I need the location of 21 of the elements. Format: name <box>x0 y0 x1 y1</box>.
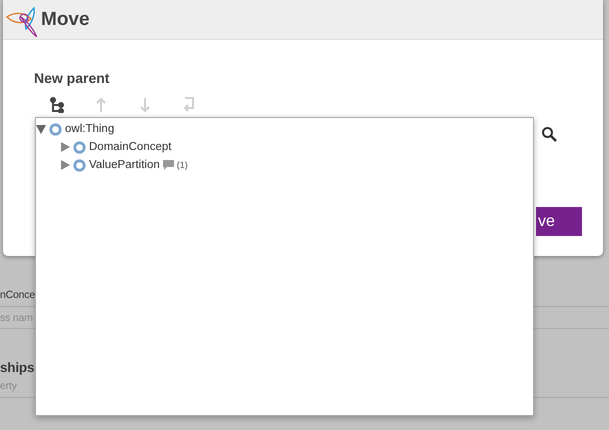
search-icon[interactable] <box>541 126 557 142</box>
tree-item[interactable]: DomainConcept <box>89 141 172 153</box>
tree-item[interactable]: owl:Thing <box>65 123 114 135</box>
arrow-down-icon <box>139 97 151 113</box>
return-arrow-icon <box>182 97 196 113</box>
expand-arrow-icon[interactable] <box>36 124 46 134</box>
arrow-up-icon <box>95 97 107 113</box>
class-circle-icon <box>73 158 86 172</box>
background-text: nConce <box>0 289 35 301</box>
expand-arrow-icon[interactable] <box>60 160 70 170</box>
field-label: New parent <box>34 70 110 86</box>
dialog-title: Move <box>41 8 90 30</box>
class-circle-icon <box>73 140 86 154</box>
class-circle-icon <box>49 122 62 136</box>
comment-count: (1) <box>176 160 188 170</box>
comment-icon <box>162 160 174 170</box>
hierarchy-icon <box>50 97 64 113</box>
tree-item[interactable]: ValuePartition <box>89 159 160 171</box>
move-button[interactable]: ve <box>536 207 582 236</box>
expand-arrow-icon[interactable] <box>60 142 70 152</box>
background-text: ships <box>0 360 34 375</box>
